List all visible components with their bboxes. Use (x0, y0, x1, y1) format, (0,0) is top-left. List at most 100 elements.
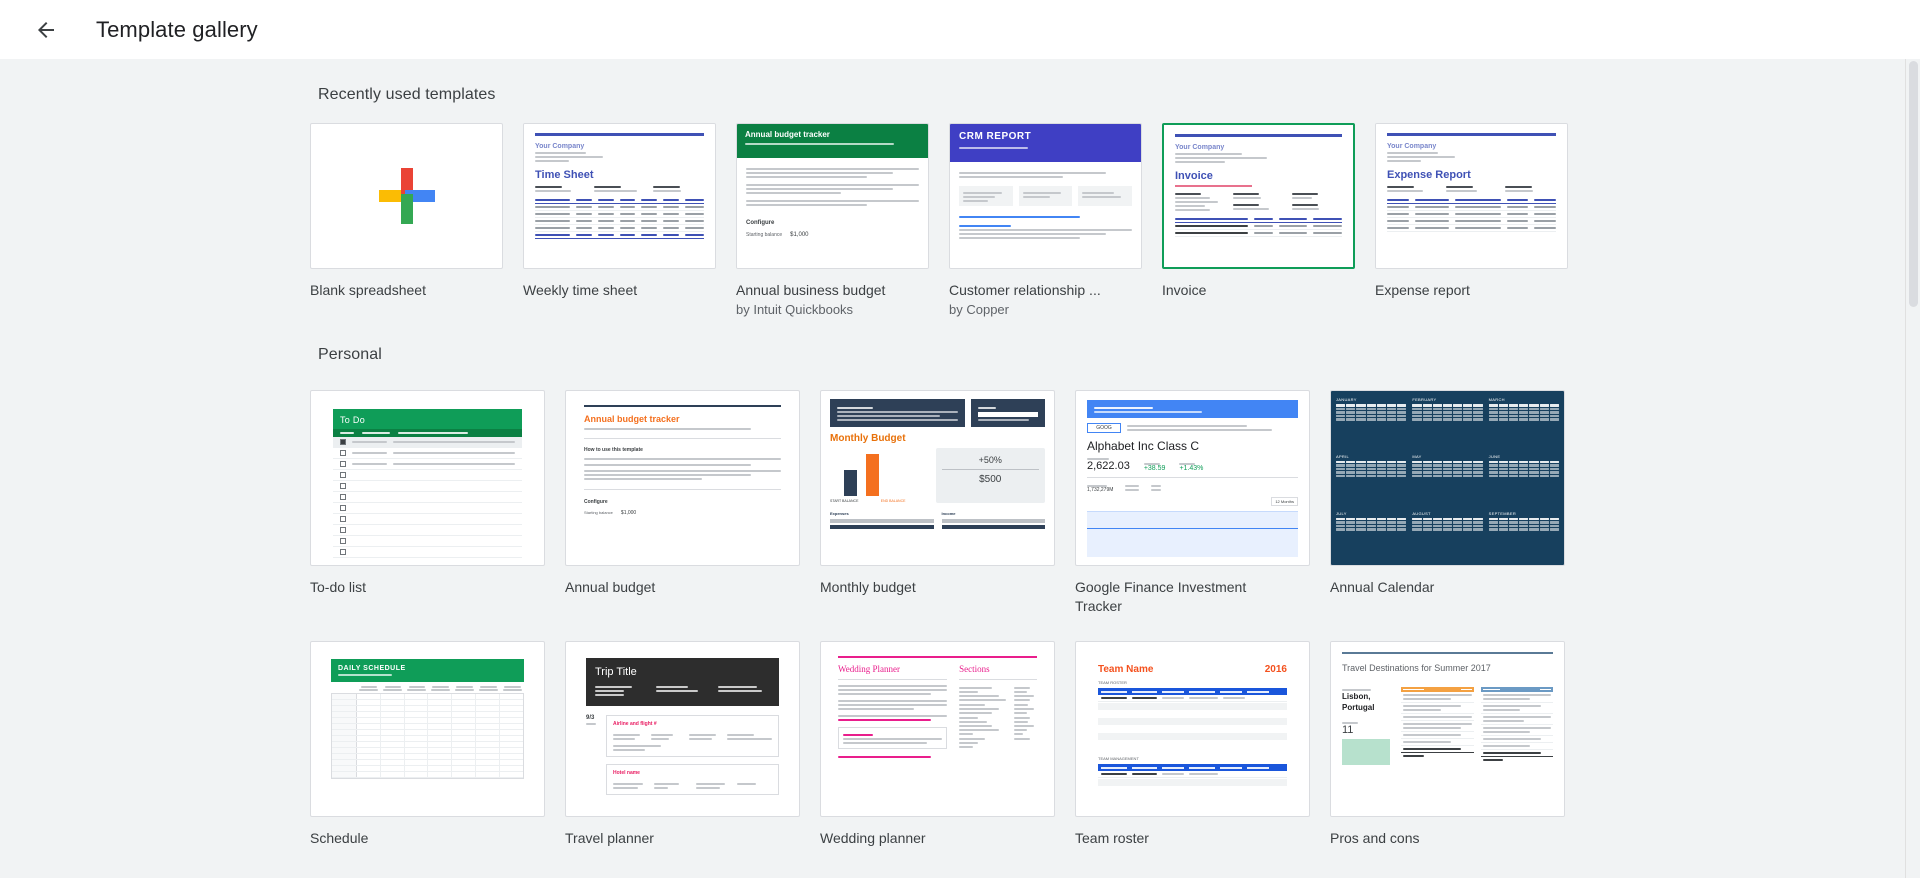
template-card-todo-list[interactable]: To Do To-do list (310, 390, 565, 616)
template-label: Customer relationship ... (949, 282, 1101, 298)
template-label: Team roster (1075, 830, 1149, 846)
thumb-section: How to use this template (584, 447, 643, 453)
template-card-pros-and-cons[interactable]: Travel Destinations for Summer 2017 Lisb… (1330, 641, 1585, 848)
thumb-title: DAILY SCHEDULE (338, 665, 406, 672)
template-card-annual-budget[interactable]: Annual budget tracker How to use this te… (565, 390, 820, 616)
thumb-price: 2,622.03 (1087, 460, 1130, 472)
template-label: Google Finance Investment Tracker (1075, 579, 1247, 614)
kpi-amount: $500 (979, 474, 1002, 485)
template-label: Monthly budget (820, 579, 916, 595)
thumbnail-annual-budget[interactable]: Annual budget tracker How to use this te… (565, 390, 800, 566)
template-card-annual-business-budget[interactable]: Annual budget tracker Configure Starting… (736, 123, 949, 319)
month-label: JANUARY (1336, 397, 1357, 402)
template-label: Weekly time sheet (523, 282, 638, 298)
thumbnail-crm-report[interactable]: CRM REPORT (949, 123, 1142, 269)
thumbnail-invoice[interactable]: Your Company Invoice (1162, 123, 1355, 269)
thumbnail-annual-business-budget[interactable]: Annual budget tracker Configure Starting… (736, 123, 929, 269)
template-card-travel-planner[interactable]: Trip Title 9/3 Airline and flight # Hote… (565, 641, 820, 848)
thumb-ticker: GOOG (1087, 423, 1121, 433)
template-gallery-scroll[interactable]: Recently used templates Blank spreadshee… (0, 59, 1920, 878)
month-label: JULY (1336, 510, 1347, 516)
template-card-google-finance[interactable]: GOOG Alphabet Inc Class C 2,622.03 +38.5… (1075, 390, 1330, 616)
thumb-flight: Airline and flight # (613, 721, 657, 727)
template-card-customer-relationship[interactable]: CRM REPORT Customer relationship ... by … (949, 123, 1162, 319)
thumb-configure: Configure (584, 499, 608, 505)
template-card-team-roster[interactable]: Team Name 2016 TEAM ROSTER TEAM MANAGEME… (1075, 641, 1330, 848)
thumb-title: Travel Destinations for Summer 2017 (1342, 663, 1491, 673)
template-card-annual-calendar[interactable]: JANUARY FEBRUARY MARCH APRIL MAY JUNE JU… (1330, 390, 1585, 616)
template-card-expense-report[interactable]: Your Company Expense Report Expense repo… (1375, 123, 1588, 319)
thumb-title: CRM REPORT (959, 131, 1032, 142)
template-card-invoice[interactable]: Your Company Invoice Invoice (1162, 123, 1375, 319)
thumbnail-monthly-budget[interactable]: Monthly Budget START BALANCE END BALANCE (820, 390, 1055, 566)
template-label: Expense report (1375, 282, 1470, 298)
template-label: Annual Calendar (1330, 579, 1435, 595)
thumbnail-schedule[interactable]: DAILY SCHEDULE (310, 641, 545, 817)
bar-end-balance (866, 454, 879, 496)
thumb-title: Alphabet Inc Class C (1087, 439, 1200, 453)
template-author: by Copper (949, 302, 1009, 317)
month-label: APRIL (1336, 453, 1350, 459)
thumbnail-travel-planner[interactable]: Trip Title 9/3 Airline and flight # Hote… (565, 641, 800, 817)
thumbnail-team-roster[interactable]: Team Name 2016 TEAM ROSTER TEAM MANAGEME… (1075, 641, 1310, 817)
section-title-personal: Personal (318, 346, 382, 363)
thumb-roster-label: TEAM ROSTER (1098, 680, 1127, 685)
template-card-monthly-budget[interactable]: Monthly Budget START BALANCE END BALANCE (820, 390, 1075, 616)
month-label: FEBRUARY (1412, 397, 1437, 402)
vertical-scrollbar[interactable] (1905, 59, 1920, 878)
arrow-left-icon (38, 21, 54, 38)
template-author: by Intuit Quickbooks (736, 302, 854, 317)
scrollbar-thumb[interactable] (1909, 61, 1918, 307)
bar-start-balance (844, 470, 857, 496)
kpi-percent: +50% (978, 455, 1002, 465)
template-label: To-do list (310, 579, 367, 595)
app-header: Template gallery (0, 0, 1920, 59)
template-label: Schedule (310, 830, 369, 846)
template-label: Blank spreadsheet (310, 282, 426, 298)
thumb-brand: Your Company (1175, 144, 1225, 151)
thumb-hotel: Hotel name (613, 770, 640, 776)
thumb-title: Invoice (1175, 170, 1213, 182)
thumbnail-wedding-planner[interactable]: Wedding Planner Sections (820, 641, 1055, 817)
month-label: MAY (1412, 453, 1422, 459)
month-label: AUGUST (1412, 510, 1431, 516)
thumb-date: 9/3 (586, 715, 595, 721)
template-label: Annual business budget (736, 282, 886, 298)
thumbnail-blank-spreadsheet[interactable] (310, 123, 503, 269)
plus-icon (378, 168, 435, 224)
thumbnail-pros-and-cons[interactable]: Travel Destinations for Summer 2017 Lisb… (1330, 641, 1565, 817)
personal-templates-row-2: DAILY SCHEDULE Schedule Trip Title 9/3 A… (310, 641, 1920, 848)
thumb-range-selector[interactable]: 12 Months (1271, 497, 1298, 506)
template-label: Travel planner (565, 830, 654, 846)
thumbnail-weekly-time-sheet[interactable]: Your Company Time Sheet (523, 123, 716, 269)
thumb-change: +38.59 (1143, 465, 1166, 472)
thumb-title: Wedding Planner (838, 664, 901, 674)
recent-templates-row: Blank spreadsheet Your Company Time Shee… (310, 123, 1920, 319)
calendar-grid: JANUARY FEBRUARY MARCH APRIL MAY JUNE JU… (1331, 391, 1564, 565)
template-label: Pros and cons (1330, 830, 1420, 846)
template-label: Annual budget (565, 579, 656, 595)
template-card-weekly-time-sheet[interactable]: Your Company Time Sheet Weekly time shee… (523, 123, 736, 319)
thumbnail-todo-list[interactable]: To Do (310, 390, 545, 566)
thumbnail-annual-calendar[interactable]: JANUARY FEBRUARY MARCH APRIL MAY JUNE JU… (1330, 390, 1565, 566)
thumbnail-expense-report[interactable]: Your Company Expense Report (1375, 123, 1568, 269)
back-button[interactable] (22, 6, 70, 54)
thumb-value: $1,000 (620, 510, 637, 516)
month-label: SEPTEMBER (1488, 510, 1517, 516)
personal-templates-row-1: To Do To-do list Annual budget tracker H… (310, 390, 1920, 616)
template-card-blank-spreadsheet[interactable]: Blank spreadsheet (310, 123, 523, 319)
thumb-brand: Your Company (535, 143, 585, 150)
thumb-title: To Do (340, 415, 366, 425)
thumb-title: Annual budget tracker (584, 414, 680, 424)
thumb-title: Expense Report (1387, 169, 1471, 181)
bar-label-end: END BALANCE (880, 499, 906, 503)
page-title: Template gallery (96, 16, 258, 42)
template-card-wedding-planner[interactable]: Wedding Planner Sections Wedding planner (820, 641, 1075, 848)
bar-label-start: START BALANCE (830, 499, 859, 503)
thumbnail-google-finance[interactable]: GOOG Alphabet Inc Class C 2,622.03 +38.5… (1075, 390, 1310, 566)
thumb-title: Annual budget tracker (745, 130, 830, 139)
template-label: Invoice (1162, 282, 1207, 298)
template-card-schedule[interactable]: DAILY SCHEDULE Schedule (310, 641, 565, 848)
thumb-section: Configure (746, 220, 775, 226)
thumb-brand: Your Company (1387, 143, 1437, 150)
